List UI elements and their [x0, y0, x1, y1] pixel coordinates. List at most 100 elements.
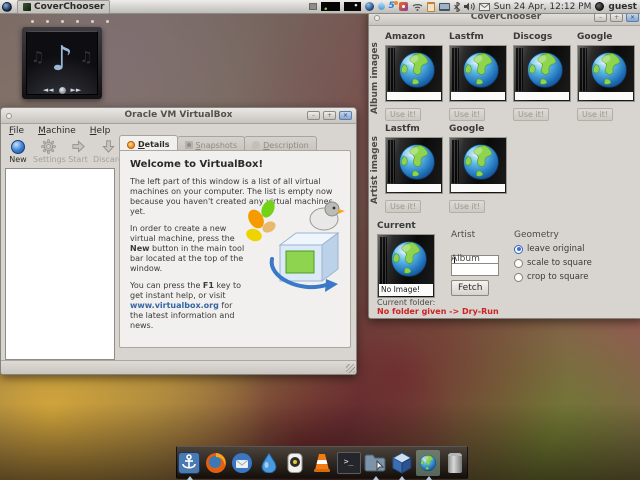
resize-grip[interactable]: [346, 364, 355, 373]
menu-file[interactable]: File: [3, 126, 30, 136]
gear-icon: [33, 138, 63, 155]
music-cover-widget[interactable]: ♫ ♪ ♫ ◄◄ ►►: [22, 27, 102, 99]
vbox-toolbar: New Settings Start Discard: [3, 138, 123, 164]
minimize-icon[interactable]: –: [307, 111, 320, 120]
radio-icon[interactable]: [514, 244, 523, 254]
radio-icon[interactable]: [514, 258, 523, 268]
dock-item-camera[interactable]: [283, 450, 308, 476]
globe-art-icon: [587, 48, 631, 92]
dock-item-thunderbird[interactable]: [230, 450, 255, 476]
maximize-icon[interactable]: +: [610, 13, 623, 22]
use-it-button[interactable]: Use it!: [449, 108, 486, 121]
globe-art-icon: [387, 237, 431, 281]
clock[interactable]: Sun 24 Apr, 12:12 PM: [494, 2, 592, 12]
menu-help[interactable]: Help: [84, 126, 117, 136]
tray-icon-drop[interactable]: [376, 1, 386, 12]
radio-label: leave original: [527, 244, 585, 254]
tray-icon-cpu-graph[interactable]: [320, 2, 340, 11]
session-menu-icon[interactable]: [595, 2, 605, 11]
taskbar-button-coverchooser[interactable]: CoverChooser: [17, 0, 111, 14]
toolbar-button-start[interactable]: Start: [63, 138, 93, 164]
fetch-button[interactable]: Fetch: [451, 280, 490, 296]
user-name[interactable]: guest: [608, 2, 637, 12]
current-label: Current: [377, 221, 416, 231]
virtualbox-link[interactable]: www.virtualbox.org: [130, 301, 219, 310]
album-input[interactable]: [451, 263, 499, 276]
radio-label: scale to square: [527, 258, 592, 268]
dock-item-vlc[interactable]: [310, 450, 335, 476]
coverchooser-window: CoverChooser – + × Album images Artist i…: [368, 9, 640, 319]
use-it-button[interactable]: Use it!: [385, 200, 422, 213]
maximize-icon[interactable]: +: [323, 111, 336, 120]
cover-column-discogs: Discogs Use it!: [513, 32, 573, 121]
tray-icon-mail[interactable]: [478, 2, 490, 11]
radio-label: crop to square: [527, 272, 589, 282]
globe-art-icon: [395, 140, 439, 184]
current-folder-label: Current folder:: [377, 298, 436, 307]
vbox-menubar: File Machine Help: [3, 124, 116, 137]
album-images-label: Album images: [370, 42, 380, 114]
next-icon[interactable]: ►►: [71, 86, 82, 94]
photo-strip: [579, 92, 633, 100]
start-icon: [63, 138, 93, 155]
geometry-option-crop-to-square[interactable]: crop to square: [514, 272, 588, 282]
cover-thumbnail[interactable]: [577, 45, 635, 102]
tray-icon-window-list[interactable]: [308, 3, 317, 10]
close-icon[interactable]: ×: [339, 111, 352, 120]
previous-icon[interactable]: ◄◄: [43, 86, 54, 94]
toolbar-button-settings[interactable]: Settings: [33, 138, 66, 164]
use-it-button[interactable]: Use it!: [577, 108, 614, 121]
tray-icon-wifi[interactable]: [412, 2, 423, 11]
tray-icon-display[interactable]: [438, 2, 450, 11]
vm-list[interactable]: [5, 168, 115, 360]
dock-item-terminal[interactable]: >_: [336, 450, 361, 476]
welcome-paragraph-2: In order to create a new virtual machine…: [130, 224, 245, 273]
dock-item-docky[interactable]: [177, 450, 202, 480]
use-it-button[interactable]: Use it!: [449, 200, 486, 213]
cover-thumbnail[interactable]: [449, 137, 507, 194]
tray-icon-net-graph[interactable]: [343, 2, 361, 11]
source-name: Amazon: [385, 32, 426, 42]
dock-item-deluge[interactable]: [257, 450, 282, 476]
tray-icon-photo[interactable]: [398, 2, 408, 11]
dock-item-files[interactable]: [363, 450, 388, 480]
cover-thumbnail[interactable]: [385, 137, 443, 194]
cover-column-lastfm: Lastfm Use it!: [385, 124, 445, 213]
tab-label: Snapshots: [195, 140, 238, 150]
tray-icon-five[interactable]: 5: [389, 1, 399, 11]
artist-images-label: Artist images: [370, 135, 380, 205]
use-it-button[interactable]: Use it!: [385, 108, 422, 121]
dock-item-firefox[interactable]: [204, 450, 229, 476]
minimize-icon[interactable]: –: [594, 13, 607, 22]
cover-thumbnail[interactable]: [449, 45, 507, 102]
dock-item-virtualbox[interactable]: [389, 450, 414, 480]
tray-icon-bluetooth[interactable]: [453, 1, 460, 12]
description-icon: [252, 141, 261, 149]
dock-item-trash[interactable]: [442, 450, 467, 476]
tray-icon-globe[interactable]: [364, 2, 374, 11]
distro-menu-icon[interactable]: [2, 1, 12, 12]
close-icon[interactable]: ×: [626, 13, 639, 22]
vbox-statusbar: [1, 360, 356, 374]
geometry-option-leave-original[interactable]: leave original: [514, 244, 585, 254]
virtualbox-welcome-graphic: [246, 200, 345, 292]
dock: >_: [176, 446, 468, 480]
menu-machine[interactable]: Machine: [32, 126, 82, 136]
dock-item-coverchooser[interactable]: [415, 449, 441, 480]
tray-icon-clipboard[interactable]: [426, 1, 435, 12]
globe-art-icon: [523, 48, 567, 92]
radio-icon[interactable]: [514, 272, 523, 282]
tray-icon-volume[interactable]: [463, 2, 475, 11]
source-name: Lastfm: [385, 124, 420, 134]
cover-column-amazon: Amazon Use it!: [385, 32, 445, 121]
cover-thumbnail[interactable]: [513, 45, 571, 102]
geometry-option-scale-to-square[interactable]: scale to square: [514, 258, 592, 268]
virtualbox-titlebar[interactable]: Oracle VM VirtualBox – + ×: [1, 108, 356, 124]
virtualbox-window: Oracle VM VirtualBox – + × File Machine He…: [0, 107, 357, 375]
stop-icon[interactable]: [58, 86, 66, 94]
cover-column-lastfm: Lastfm Use it!: [449, 32, 509, 121]
toolbar-button-new[interactable]: New: [3, 138, 33, 164]
cover-thumbnail[interactable]: [385, 45, 443, 102]
current-cover: No Image!: [377, 234, 435, 298]
use-it-button[interactable]: Use it!: [513, 108, 550, 121]
